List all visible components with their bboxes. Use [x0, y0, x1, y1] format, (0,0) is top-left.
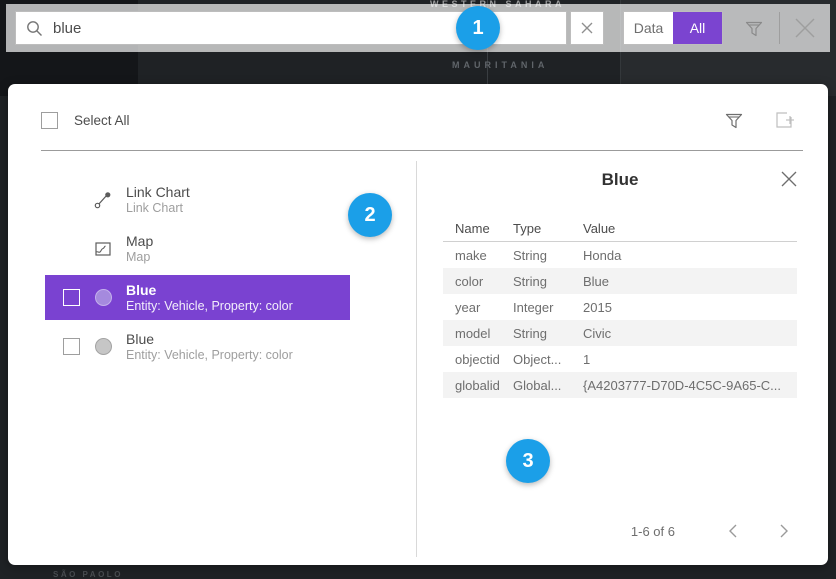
result-title: Blue	[126, 282, 293, 299]
close-icon	[794, 17, 816, 39]
table-row: color String Blue	[443, 268, 797, 294]
result-title: Link Chart	[126, 184, 190, 201]
cell-type: Global...	[513, 378, 583, 393]
cell-name: globalid	[443, 378, 513, 393]
cell-name: color	[443, 274, 513, 289]
item-checkbox[interactable]	[63, 338, 80, 355]
item-checkbox[interactable]	[63, 289, 80, 306]
detail-panel: Blue Name Type Value make String	[417, 151, 828, 565]
toolbar-divider	[779, 12, 780, 44]
cell-name: objectid	[443, 352, 513, 367]
cell-name: make	[443, 248, 513, 263]
properties-table: Name Type Value make String Honda color …	[443, 215, 797, 398]
table-row: objectid Object... 1	[443, 346, 797, 372]
close-search-button[interactable]	[789, 12, 821, 44]
cell-value: Civic	[583, 326, 797, 341]
scope-all-button[interactable]: All	[673, 12, 722, 44]
search-results-panel: Select All	[8, 84, 828, 565]
cell-name: model	[443, 326, 513, 341]
results-header: Select All	[8, 84, 828, 150]
table-row: make String Honda	[443, 242, 797, 268]
cell-type: Integer	[513, 300, 583, 315]
funnel-icon	[724, 110, 744, 130]
cell-type: Object...	[513, 352, 583, 367]
select-all-label: Select All	[74, 113, 130, 128]
result-item-blue[interactable]: Blue Entity: Vehicle, Property: color	[45, 324, 350, 369]
result-title: Map	[126, 233, 153, 250]
table-header-row: Name Type Value	[443, 215, 797, 241]
cell-value: Blue	[583, 274, 797, 289]
result-item-blue-selected[interactable]: Blue Entity: Vehicle, Property: color	[45, 275, 350, 320]
cell-type: String	[513, 326, 583, 341]
result-subtitle: Entity: Vehicle, Property: color	[126, 299, 293, 314]
results-filter-button[interactable]	[721, 107, 747, 133]
annotation-badge-3: 3	[506, 439, 550, 483]
search-scope-toggle: Data All	[623, 11, 723, 45]
result-item-link-chart[interactable]: Link Chart Link Chart	[45, 177, 350, 222]
result-subtitle: Link Chart	[126, 201, 190, 216]
select-all-checkbox[interactable]	[41, 112, 58, 129]
next-page-button[interactable]	[771, 518, 797, 544]
table-row: model String Civic	[443, 320, 797, 346]
result-item-map[interactable]: Map Map	[45, 226, 350, 271]
entity-circle-icon	[93, 337, 113, 357]
cell-type: String	[513, 248, 583, 263]
entity-circle-icon	[93, 288, 113, 308]
chevron-right-icon	[780, 524, 789, 538]
cell-type: String	[513, 274, 583, 289]
result-subtitle: Entity: Vehicle, Property: color	[126, 348, 293, 363]
column-header-name: Name	[443, 221, 513, 236]
search-toolbar: Data All	[6, 4, 830, 52]
cell-value: {A4203777-D70D-4C5C-9A65-C...	[583, 378, 797, 393]
close-icon	[781, 171, 797, 187]
clear-icon	[581, 22, 593, 34]
previous-page-button[interactable]	[719, 518, 745, 544]
link-chart-icon	[93, 190, 113, 210]
map-icon	[93, 239, 113, 259]
result-title: Blue	[126, 331, 293, 348]
annotation-badge-2: 2	[348, 193, 392, 237]
search-filter-button[interactable]	[742, 16, 766, 40]
square-plus-icon	[773, 109, 795, 131]
cell-value: Honda	[583, 248, 797, 263]
add-result-button[interactable]	[771, 107, 797, 133]
annotation-badge-1: 1	[456, 6, 500, 50]
map-label-mauritania: MAURITANIA	[452, 60, 548, 70]
detail-title: Blue	[443, 165, 797, 195]
funnel-icon	[744, 18, 764, 38]
close-detail-button[interactable]	[777, 167, 801, 191]
page-range-label: 1-6 of 6	[631, 524, 675, 539]
cell-name: year	[443, 300, 513, 315]
cell-value: 2015	[583, 300, 797, 315]
table-row: globalid Global... {A4203777-D70D-4C5C-9…	[443, 372, 797, 398]
search-icon	[26, 20, 43, 37]
clear-search-button[interactable]	[570, 11, 604, 45]
cell-value: 1	[583, 352, 797, 367]
column-header-value: Value	[583, 221, 797, 236]
map-label-city: SÃO PAOLO	[53, 570, 123, 579]
column-header-type: Type	[513, 221, 583, 236]
scope-data-button[interactable]: Data	[624, 12, 673, 44]
pagination: 1-6 of 6	[443, 518, 797, 544]
table-row: year Integer 2015	[443, 294, 797, 320]
chevron-left-icon	[728, 524, 737, 538]
result-subtitle: Map	[126, 250, 153, 265]
